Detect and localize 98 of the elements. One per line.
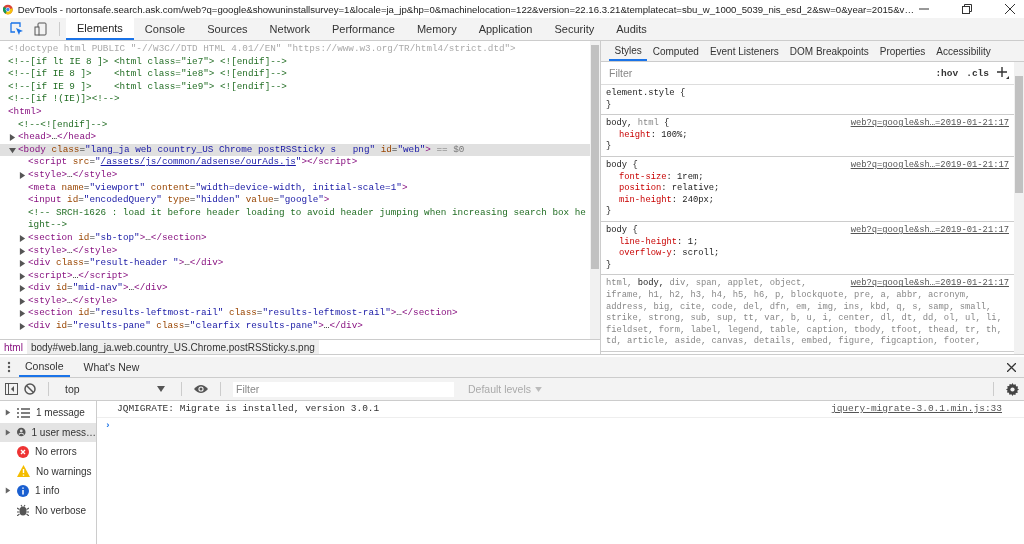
expand-arrow-icon[interactable] bbox=[5, 487, 11, 495]
breadcrumb[interactable]: html bbox=[0, 340, 27, 354]
dom-node[interactable]: <head>…</head> bbox=[0, 131, 590, 144]
panel-tab[interactable]: Memory bbox=[405, 18, 468, 40]
sidebar-tab[interactable]: Event Listeners bbox=[704, 41, 785, 61]
css-declaration[interactable]: line-height: 1; bbox=[606, 236, 1009, 249]
prompt-caret: › bbox=[105, 420, 111, 431]
css-selector: body, html { bbox=[606, 118, 671, 130]
close-icon[interactable] bbox=[1005, 4, 1015, 14]
expand-arrow-icon[interactable] bbox=[5, 428, 11, 436]
eye-icon[interactable] bbox=[194, 384, 208, 394]
settings-icon[interactable] bbox=[1006, 382, 1019, 396]
sidebar-tab[interactable]: Accessibility bbox=[930, 41, 997, 61]
css-declaration[interactable]: min-height: 240px; bbox=[606, 194, 1009, 207]
panel-tab[interactable]: Audits bbox=[605, 18, 658, 40]
context-select[interactable]: top bbox=[61, 383, 169, 395]
breadcrumb[interactable]: body#web.lang_ja.web.country_US.Chrome.postRSSticky.s.png bbox=[26, 340, 319, 354]
dom-node[interactable]: <!--[if IE 8 ]> <html class="ie8"> <![endif]--> bbox=[0, 68, 590, 81]
panel-tab[interactable]: Sources bbox=[196, 18, 259, 40]
css-declaration[interactable]: font-size: 1rem; bbox=[606, 171, 1009, 184]
device-icon[interactable] bbox=[34, 22, 48, 36]
css-selector: body { bbox=[606, 159, 639, 172]
panel-tab[interactable]: Console bbox=[133, 18, 197, 40]
closing-brace: } bbox=[606, 206, 613, 218]
sidebar-tab[interactable]: Computed bbox=[647, 41, 705, 61]
dom-node[interactable]: <div id="results-pane" class="clearfix results-pane">…</div> bbox=[0, 320, 590, 333]
css-declaration[interactable]: position: relative; bbox=[606, 183, 1009, 195]
source-link[interactable]: jquery-migrate-3.0.1.min.js:33 bbox=[830, 404, 1002, 414]
dom-node[interactable]: <input id="encodedQuery" type="hidden" value="google"> bbox=[0, 194, 590, 207]
message-filter-item[interactable]: No verbose bbox=[0, 500, 96, 520]
error-icon bbox=[17, 445, 29, 458]
hover-state-button[interactable]: :hov bbox=[935, 67, 959, 79]
caret-icon bbox=[535, 386, 543, 392]
dom-node[interactable]: <meta name="viewport" content="width=device-width, initial-scale=1"> bbox=[0, 181, 590, 195]
sidebar-tab[interactable]: Properties bbox=[874, 41, 931, 61]
dom-node[interactable]: <!--[if !(IE)]><!--> bbox=[0, 93, 590, 106]
source-link[interactable]: web?q=google&sh…=2019-01-21:17 bbox=[850, 224, 1009, 237]
clear-console-icon[interactable] bbox=[24, 383, 36, 395]
message-filter-item[interactable]: 1 user mess… bbox=[0, 422, 96, 442]
dom-node[interactable]: <style>…</style> bbox=[0, 168, 590, 182]
panel-tab[interactable]: Elements bbox=[66, 18, 134, 40]
message-filter-item[interactable]: 1 info bbox=[0, 481, 96, 501]
message-filter-item[interactable]: No errors bbox=[0, 442, 96, 462]
scrollbar[interactable] bbox=[1014, 62, 1024, 354]
css-declaration[interactable]: height: 100%; bbox=[606, 129, 1009, 142]
expand-arrow-icon[interactable] bbox=[19, 171, 26, 179]
bug-icon bbox=[17, 504, 29, 517]
panel-tab[interactable]: Security bbox=[543, 18, 606, 40]
console-message: JQMIGRATE: Migrate is installed, version 3.0.1 bbox=[117, 404, 380, 414]
message-filter-item[interactable]: 1 message bbox=[0, 403, 96, 423]
dom-node[interactable]: <html> bbox=[0, 105, 590, 119]
source-link[interactable]: web?q=google&sh…=2019-01-21:17 bbox=[850, 159, 1009, 172]
dom-node[interactable]: <!--<![endif]--> bbox=[0, 118, 590, 132]
sidebar-tab[interactable]: Styles bbox=[609, 41, 648, 61]
inspect-icon[interactable] bbox=[10, 22, 24, 36]
close-icon[interactable] bbox=[1007, 362, 1016, 372]
css-declaration[interactable]: overflow-y: scroll; bbox=[606, 248, 1009, 260]
list-icon bbox=[17, 407, 30, 418]
more-menu-icon[interactable] bbox=[7, 361, 11, 373]
panel-tab[interactable]: Performance bbox=[320, 18, 406, 40]
css-selector-continuation: iframe, h1, h2, h3, h4, h5, h6, p, blockquote, pre, a, abbr, acronym, address, big, cite, code, del, dfn, em, img, ins, kbd, q, s, samp, small, strike, strong, sub, sup, tt, var, b, u, i, center, dl, dt, dd, ol, ul, li, fieldset, form, label, legend, table, caption, tbody, tfoot, thead, tr, th, td, article, aside, canvas, details, embed, figure, figcaption, footer, bbox=[606, 289, 1003, 348]
dom-node[interactable]: <section id="results-leftmost-rail" class="results-leftmost-rail">…</section> bbox=[0, 307, 590, 321]
restore-icon[interactable] bbox=[962, 4, 972, 14]
closing-brace: } bbox=[606, 259, 613, 272]
filter-field[interactable]: Filter bbox=[233, 381, 454, 397]
user-icon bbox=[17, 426, 26, 439]
dom-node[interactable]: <!-- SRCH-1626 : load it before header loading to avoid header jumping when increasing search box height--> bbox=[0, 206, 590, 232]
dom-node[interactable]: <div id="mid-nav">…</div> bbox=[0, 282, 590, 295]
caret-icon bbox=[157, 386, 165, 392]
dom-node[interactable]: <div class="result-header ">…</div> bbox=[0, 257, 590, 270]
warning-icon bbox=[17, 465, 30, 478]
message-filter-item[interactable]: No warnings bbox=[0, 461, 96, 481]
class-button[interactable]: .cls bbox=[966, 67, 989, 79]
dom-node[interactable]: <body class="lang_ja web country_US Chrome postRSSticky s png" id="web"> == $0 bbox=[0, 143, 590, 157]
css-selector: html, body, div, span, applet, object, bbox=[606, 278, 808, 290]
panel-tab[interactable]: Network bbox=[258, 18, 321, 40]
css-selector: element.style { bbox=[606, 88, 687, 100]
closing-brace: } bbox=[606, 141, 613, 153]
closing-brace: } bbox=[606, 99, 613, 112]
dom-node[interactable]: <!--[if lt IE 8 ]> <html class="ie7"> <![endif]--> bbox=[0, 55, 590, 69]
scrollbar[interactable] bbox=[590, 41, 600, 339]
panel-tab[interactable]: Application bbox=[467, 18, 544, 40]
expand-arrow-icon[interactable] bbox=[5, 409, 11, 417]
dom-node[interactable]: <style>…</style> bbox=[0, 294, 590, 308]
dom-node[interactable]: <script>…</script> bbox=[0, 269, 590, 283]
drawer-tab[interactable]: What's New bbox=[77, 357, 146, 377]
dom-node[interactable]: <section id="sb-top">…</section> bbox=[0, 231, 590, 245]
sidebar-tab[interactable]: DOM Breakpoints bbox=[784, 41, 875, 61]
sidebar-toggle-icon[interactable] bbox=[5, 383, 18, 395]
source-link[interactable]: web?q=google&sh…=2019-01-21:17 bbox=[850, 278, 1009, 290]
source-link[interactable]: web?q=google&sh…=2019-01-21:17 bbox=[850, 118, 1009, 130]
dom-node[interactable]: <!--[if IE 9 ]> <html class="ie9"> <![endif]--> bbox=[0, 80, 590, 94]
window-title: DevTools - nortonsafe.search.ask.com/web?q=google&showuninstallsurvey=1&locale=ja_jp&hp=0&machinelocation=122&version=22.16.3.21&templatecat=sbu_w_1000_5039_nis_esd_2&sw=0&year=2015&v… bbox=[17, 3, 914, 15]
dom-node[interactable]: <script src="/assets/js/common/adsense/ourAds.js"></script> bbox=[0, 156, 590, 169]
dom-node[interactable]: <style>…</style> bbox=[0, 244, 590, 258]
info-icon bbox=[17, 484, 29, 497]
css-selector: body { bbox=[606, 224, 639, 237]
add-rule-icon[interactable] bbox=[997, 67, 1009, 79]
